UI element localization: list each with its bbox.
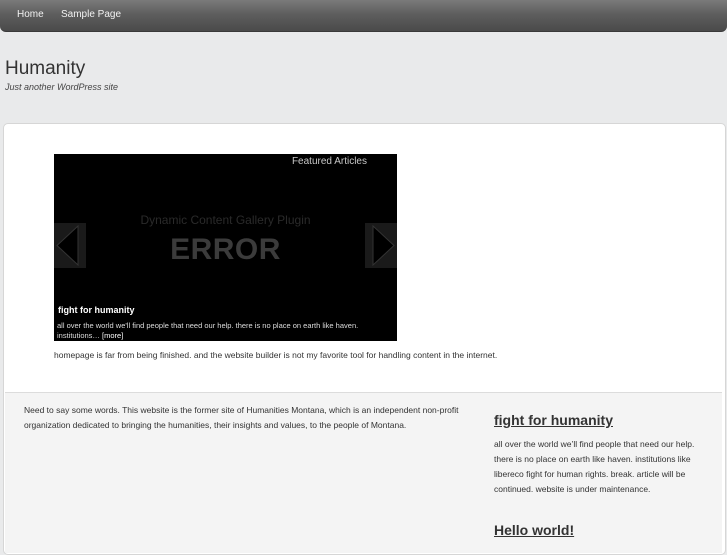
slide-excerpt: all over the world we'll find people tha… bbox=[57, 321, 393, 341]
site-tagline: Just another WordPress site bbox=[5, 82, 119, 92]
intro-text: Need to say some words. This website is … bbox=[24, 405, 459, 430]
gallery-prev-arrow-icon[interactable] bbox=[54, 223, 86, 268]
slide-more-link[interactable]: [more] bbox=[102, 331, 123, 340]
nav-item-home[interactable]: Home bbox=[17, 0, 44, 29]
homepage-note: homepage is far from being finished. and… bbox=[54, 350, 498, 360]
top-navigation-bar: Home Sample Page bbox=[0, 0, 727, 32]
featured-gallery: Featured Articles Dynamic Content Galler… bbox=[54, 154, 397, 341]
sidebar-post-title-fight-for-humanity[interactable]: fight for humanity bbox=[494, 412, 613, 428]
slide-title[interactable]: fight for humanity bbox=[58, 305, 135, 315]
sidebar-post-excerpt: all over the world we’ll find people tha… bbox=[494, 439, 695, 494]
featured-articles-label: Featured Articles bbox=[291, 156, 367, 167]
gallery-next-arrow-icon[interactable] bbox=[365, 223, 397, 268]
gallery-error-text: ERROR bbox=[170, 233, 281, 266]
gallery-plugin-name: Dynamic Content Gallery Plugin bbox=[140, 213, 311, 227]
site-title[interactable]: Humanity bbox=[5, 58, 85, 80]
sidebar-post-title-hello-world[interactable]: Hello world! bbox=[494, 522, 574, 538]
nav-item-sample-page[interactable]: Sample Page bbox=[61, 0, 121, 29]
